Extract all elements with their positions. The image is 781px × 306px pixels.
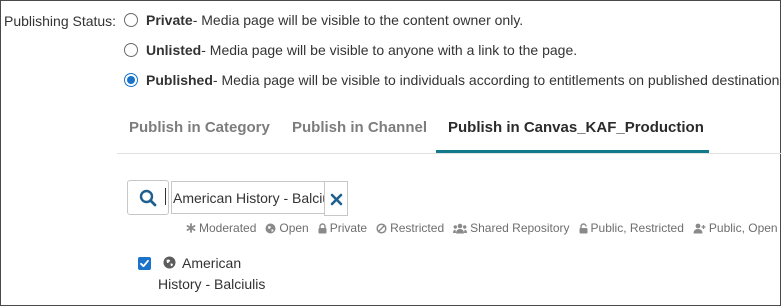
category-legend: Moderated Open Private Restricted Shared… bbox=[186, 221, 778, 235]
tab-publish-in-canvas[interactable]: Publish in Canvas_KAF_Production bbox=[448, 119, 704, 136]
legend-moderated: Moderated bbox=[186, 221, 256, 235]
radio-unlisted[interactable] bbox=[124, 43, 138, 57]
users-icon bbox=[453, 223, 468, 234]
legend-public-open: Public, Open bbox=[693, 221, 778, 235]
tab-publish-in-channel[interactable]: Publish in Channel bbox=[292, 119, 427, 136]
radio-private-name: Private bbox=[146, 12, 193, 28]
radio-unlisted-desc: - Media page will be visible to anyone w… bbox=[201, 42, 578, 58]
legend-private: Private bbox=[318, 221, 367, 235]
radio-private-desc: - Media page will be visible to the cont… bbox=[192, 12, 524, 28]
globe-icon bbox=[265, 223, 276, 234]
legend-label: Restricted bbox=[390, 221, 445, 235]
legend-label: Open bbox=[279, 221, 309, 235]
checkmark-icon bbox=[140, 259, 149, 268]
result-title-line1: American bbox=[182, 255, 242, 271]
radio-private[interactable] bbox=[124, 13, 138, 27]
active-tab-indicator bbox=[436, 150, 709, 153]
publish-tabs: Publish in Category Publish in Channel P… bbox=[117, 108, 781, 154]
legend-restricted: Restricted bbox=[376, 221, 444, 235]
radio-published-name: Published bbox=[146, 72, 213, 88]
radio-published-desc: - Media page will be visible to individu… bbox=[212, 72, 781, 88]
text-cursor bbox=[165, 188, 166, 205]
legend-label: Shared Repository bbox=[470, 221, 570, 235]
legend-label: Public, Open bbox=[708, 221, 778, 235]
result-title-line2: History - Balciulis bbox=[158, 276, 266, 292]
globe-icon bbox=[163, 256, 176, 269]
unlock-icon bbox=[579, 222, 588, 234]
radio-option-private[interactable]: Private - Media page will be visible to … bbox=[124, 12, 523, 28]
asterisk-icon bbox=[186, 223, 196, 233]
search-button[interactable] bbox=[127, 180, 169, 215]
lock-icon bbox=[318, 222, 327, 234]
legend-label: Moderated bbox=[199, 221, 257, 235]
radio-option-published[interactable]: Published - Media page will be visible t… bbox=[124, 72, 781, 88]
legend-label: Private bbox=[329, 221, 368, 235]
radio-unlisted-name: Unlisted bbox=[146, 42, 202, 58]
search-icon bbox=[139, 189, 157, 207]
search-input[interactable] bbox=[171, 181, 325, 214]
legend-shared-repository: Shared Repository bbox=[453, 221, 570, 235]
block-icon bbox=[376, 222, 387, 234]
legend-open: Open bbox=[265, 221, 309, 235]
legend-public-restricted: Public, Restricted bbox=[579, 221, 684, 235]
tab-publish-in-category[interactable]: Publish in Category bbox=[129, 119, 270, 136]
result-checkbox[interactable] bbox=[138, 257, 151, 270]
radio-option-unlisted[interactable]: Unlisted - Media page will be visible to… bbox=[124, 42, 577, 58]
radio-published[interactable] bbox=[124, 73, 138, 87]
user-plus-icon bbox=[693, 223, 706, 234]
clear-search-button[interactable] bbox=[324, 181, 348, 216]
publishing-status-label: Publishing Status: bbox=[4, 13, 117, 29]
close-icon bbox=[330, 193, 343, 206]
legend-label: Public, Restricted bbox=[590, 221, 684, 235]
